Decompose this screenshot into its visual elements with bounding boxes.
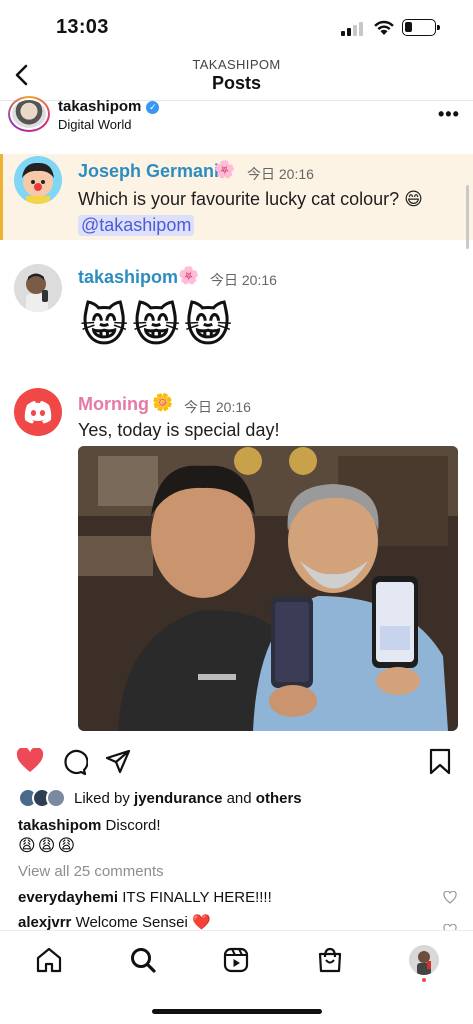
murakami-flower-icon: 🌼 (152, 393, 174, 412)
battery-icon (402, 19, 440, 36)
liker-avatar (46, 788, 66, 808)
scrollbar-thumb (466, 185, 469, 249)
caption-emoji: 😩😩😩 (18, 836, 78, 855)
nav-header: TAKASHIPOM Posts (0, 52, 473, 100)
bookmark-icon[interactable] (428, 748, 452, 776)
liked-prefix: Liked by (74, 790, 130, 807)
liked-by-others[interactable]: others (256, 790, 302, 807)
post-author-username[interactable]: takashipom ✓ (58, 98, 160, 115)
caption-username[interactable]: takashipom (18, 817, 101, 834)
comment-text: Welcome Sensei ❤️ (75, 914, 211, 931)
wifi-icon (374, 20, 394, 35)
message-time: 今日 20:16 (247, 166, 314, 182)
status-time: 13:03 (56, 16, 109, 38)
comment-like-icon[interactable] (443, 891, 457, 904)
flower-icon: 🌸 (178, 266, 200, 285)
home-indicator (152, 1009, 322, 1014)
notification-dot (422, 978, 426, 982)
message-author: Joseph Germani (78, 161, 220, 181)
comment-username[interactable]: everydayhemi (18, 889, 118, 906)
share-send-icon[interactable] (104, 748, 132, 776)
post-header: takashipom ✓ Digital World ••• (0, 96, 473, 140)
account-name: TAKASHIPOM (192, 57, 281, 72)
comment-row: alexjvrr Welcome Sensei ❤️ (18, 913, 211, 931)
search-icon[interactable] (128, 945, 158, 975)
liked-joiner: and (226, 790, 252, 807)
cellular-signal-icon (341, 20, 367, 36)
message-text: Yes, today is special day! (78, 420, 280, 440)
view-all-comments-link[interactable]: View all 25 comments (18, 863, 164, 880)
comment-username[interactable]: alexjvrr (18, 914, 71, 931)
post-author-avatar[interactable] (8, 96, 50, 132)
message-time: 今日 20:16 (210, 272, 277, 288)
message-author: takashipom (78, 267, 179, 287)
joseph-avatar (14, 156, 62, 204)
discord-logo-icon (14, 388, 62, 436)
message-time: 今日 20:16 (184, 399, 251, 415)
caption-text: Discord! (105, 817, 161, 834)
page-title: Posts (211, 73, 262, 93)
message-text: Which is your favourite lucky cat colour… (78, 189, 423, 209)
takashipom-avatar (14, 264, 62, 312)
post-location[interactable]: Digital World (58, 117, 131, 132)
mention-tag[interactable]: @takashipom (78, 215, 195, 236)
more-options-icon[interactable]: ••• (438, 104, 460, 125)
post-photo (78, 446, 458, 731)
shop-icon[interactable] (315, 945, 345, 975)
cat-emoji-message: 😸😸😸 (80, 299, 236, 351)
message-author: Morning (78, 394, 149, 414)
username-text: takashipom (58, 98, 142, 115)
liked-by-text: Liked by jyendurance and others (74, 790, 302, 807)
post-caption: takashipom Discord! (18, 817, 161, 834)
reels-icon[interactable] (221, 945, 251, 975)
status-bar: 13:03 (0, 0, 473, 56)
liked-by-username[interactable]: jyendurance (134, 790, 222, 807)
comment-row: everydayhemi ITS FINALLY HERE!!!! (18, 889, 272, 906)
comment-text: ITS FINALLY HERE!!!! (122, 889, 272, 906)
flower-icon: 🌸 (214, 160, 236, 179)
like-heart-icon[interactable] (16, 748, 44, 774)
post-actions (0, 744, 473, 780)
comment-icon[interactable] (60, 748, 88, 776)
profile-avatar-tab[interactable] (409, 945, 439, 975)
verified-badge-icon: ✓ (146, 101, 160, 114)
home-icon[interactable] (34, 945, 64, 975)
